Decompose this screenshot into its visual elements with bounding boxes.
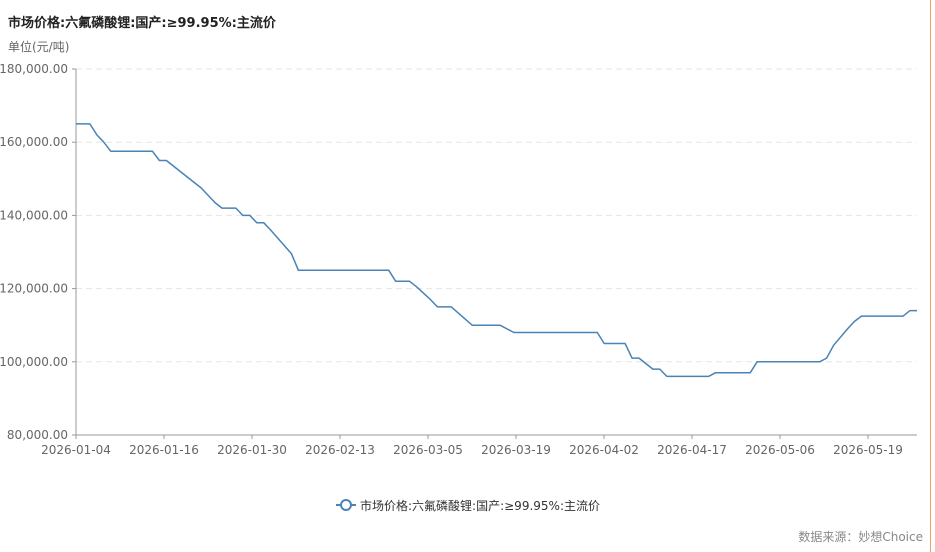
legend-circle-icon [336, 498, 356, 512]
y-tick-label: 140,000.00 [0, 208, 68, 222]
y-tick-label: 100,000.00 [0, 355, 68, 369]
legend-label: 市场价格:六氟磷酸锂:国产:≥99.95%:主流价 [360, 498, 600, 513]
x-tick-label: 2026-03-05 [393, 443, 463, 457]
data-source: 数据来源：妙想Choice [798, 530, 923, 544]
x-tick-label: 2026-04-17 [657, 443, 727, 457]
x-tick-label: 2026-01-30 [217, 443, 287, 457]
axes [75, 69, 917, 436]
x-tick-label: 2026-01-16 [129, 443, 199, 457]
y-tick-label: 120,000.00 [0, 282, 68, 296]
x-tick-label: 2026-04-02 [569, 443, 639, 457]
x-tick-label: 2026-02-13 [305, 443, 375, 457]
grid-lines [76, 68, 917, 363]
x-tick-label: 2026-05-06 [745, 443, 815, 457]
x-tick-label: 2026-05-19 [833, 443, 903, 457]
y-tick-label: 160,000.00 [0, 135, 68, 149]
x-axis-ticks: 2026-01-04 2026-01-16 2026-01-30 2026-02-13… [41, 435, 903, 457]
y-tick-label: 180,000.00 [0, 62, 68, 76]
series-line [76, 123, 917, 378]
legend[interactable]: 市场价格:六氟磷酸锂:国产:≥99.95%:主流价 [336, 496, 600, 514]
y-tick-label: 80,000.00 [7, 428, 68, 442]
line-chart: 80,000.00 100,000.00 120,000.00 140,000.00 1… [0, 62, 917, 457]
series-lines [76, 123, 917, 378]
y-axis-ticks: 80,000.00 100,000.00 120,000.00 140,000.00 1… [0, 62, 76, 442]
x-tick-label: 2026-03-19 [481, 443, 551, 457]
x-tick-label: 2026-01-04 [41, 443, 111, 457]
